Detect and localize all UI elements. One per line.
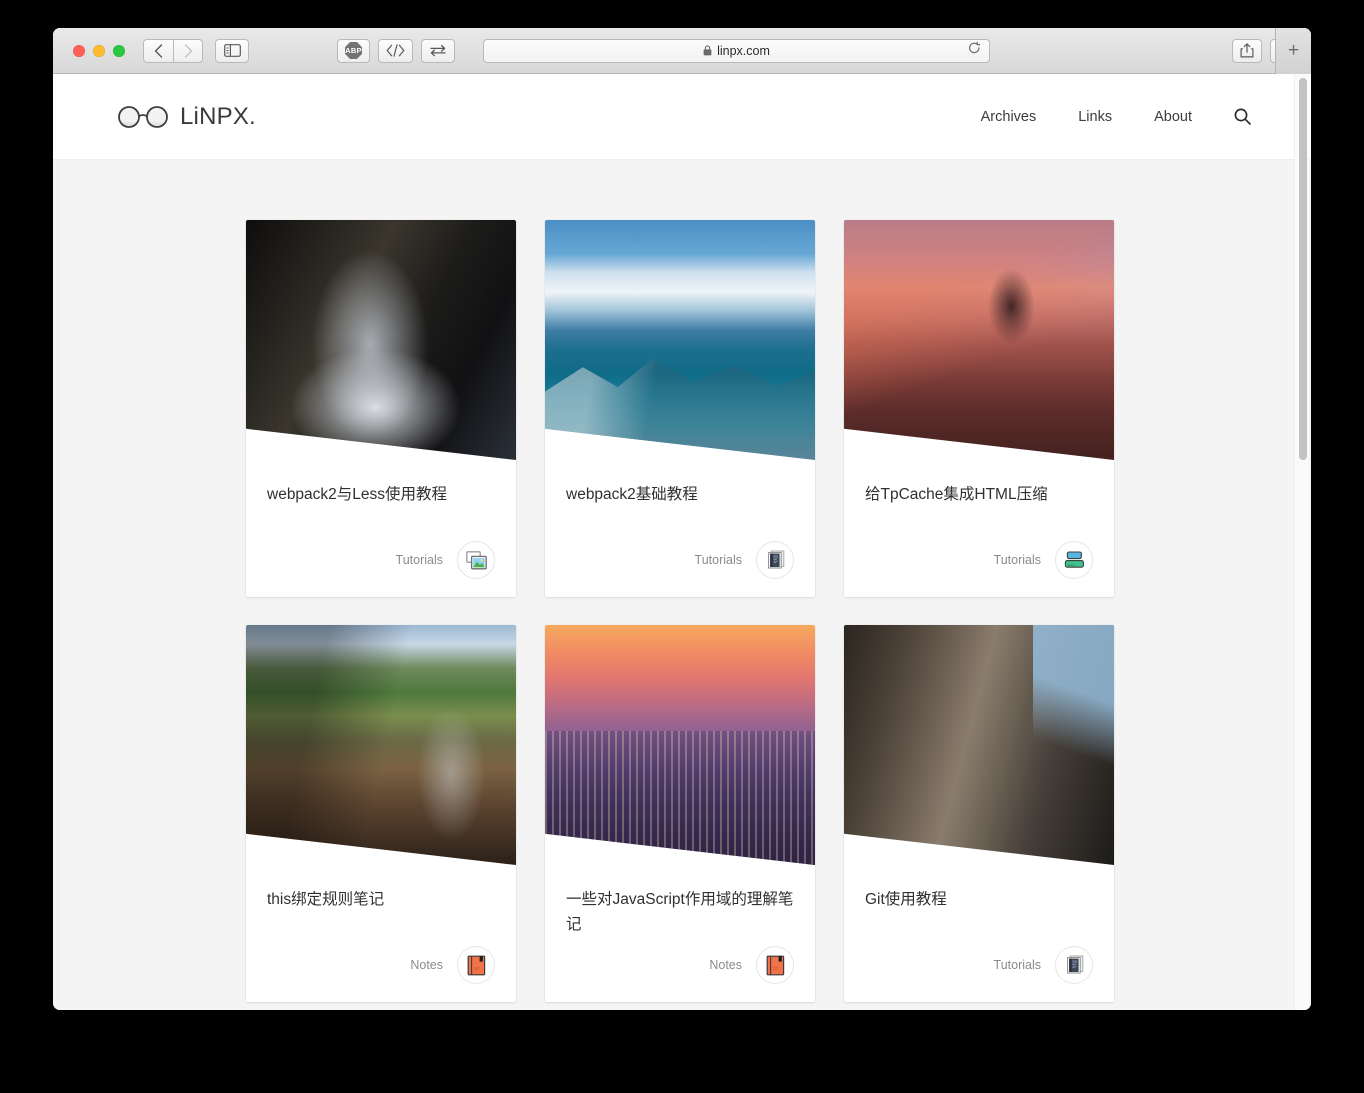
post-title: this绑定规则笔记 [267,891,385,908]
lock-icon [703,45,712,56]
post-card-body: webpack2与Less使用教程 Tutorials [246,460,516,597]
orange-book-icon [766,955,784,975]
post-card-footer: Tutorials [566,541,794,579]
post-thumbnail [844,625,1114,865]
new-tab-button[interactable]: + [1275,28,1311,74]
page-scrollbar[interactable] [1294,74,1309,1010]
proxy-switch-button[interactable] [421,38,455,63]
post-thumbnail [545,220,815,460]
nav-item-archives[interactable]: Archives [981,109,1037,125]
post-card[interactable]: Git使用教程 Tutorials [844,625,1114,1002]
developer-tools-button[interactable] [378,38,413,63]
search-icon [1234,108,1251,125]
post-thumbnail [246,625,516,865]
post-thumbnail [246,220,516,460]
post-card-body: Git使用教程 Tutorials [844,865,1114,1002]
forward-button[interactable] [173,38,203,63]
glasses-icon [118,105,168,128]
page-viewport: LiNPX. Archives Links About webpack2与Les… [53,74,1311,1010]
window-controls [73,44,125,57]
post-card-body: this绑定规则笔记 Notes [246,865,516,1002]
post-card-footer: Notes [267,946,495,984]
post-card[interactable]: 给TpCache集成HTML压缩 Tutorials [844,220,1114,597]
back-button[interactable] [143,38,173,63]
adblock-plus-button[interactable]: ABP [337,38,370,63]
post-photo-mountain [545,220,815,460]
site-header: LiNPX. Archives Links About [53,74,1311,160]
nav-item-links[interactable]: Links [1078,109,1112,125]
post-card-footer: Tutorials [865,946,1093,984]
post-photo-waterfall [246,220,516,460]
post-thumbnail [844,220,1114,460]
notebook-dark-icon [1066,955,1083,974]
post-title: 一些对JavaScript作用域的理解笔记 [566,891,794,934]
post-category: Tutorials [993,958,1041,972]
extension-buttons: ABP [337,38,455,63]
address-bar[interactable]: linpx.com [483,38,990,63]
category-badge[interactable] [457,541,495,579]
post-thumbnail [545,625,815,865]
post-category: Tutorials [694,553,742,567]
post-photo-cliff [844,625,1114,865]
photos-stack-icon [465,550,487,569]
notebook-dark-icon [767,550,784,569]
post-card-footer: Notes [566,946,794,984]
post-photo-city [545,625,815,865]
chevron-right-icon [184,43,192,58]
swap-arrows-icon [430,44,446,57]
nav-item-about[interactable]: About [1154,109,1192,125]
show-sidebar-button[interactable] [215,38,249,63]
zoom-window-button[interactable] [113,44,125,57]
site-brand-text: LiNPX. [180,102,256,130]
post-card[interactable]: webpack2基础教程 Tutorials [545,220,815,597]
post-title: 给TpCache集成HTML压缩 [865,486,1048,503]
post-card[interactable]: this绑定规则笔记 Notes [246,625,516,1002]
reload-icon [969,41,981,53]
reload-button[interactable] [968,41,981,60]
scrollbar-thumb[interactable] [1298,78,1307,460]
search-button[interactable] [1234,108,1251,125]
navigation-buttons [143,38,203,63]
stacked-servers-icon [1064,551,1084,568]
share-button[interactable] [1232,38,1262,63]
category-badge[interactable] [756,541,794,579]
post-category: Notes [410,958,443,972]
category-badge[interactable] [756,946,794,984]
post-category: Notes [709,958,742,972]
site-nav: Archives Links About [981,108,1251,125]
post-title: webpack2基础教程 [566,486,698,503]
post-grid-wrap: webpack2与Less使用教程 Tutorials webpack2基础教程… [53,160,1311,1002]
post-photo-canyon [246,625,516,865]
category-badge[interactable] [457,946,495,984]
post-card-body: webpack2基础教程 Tutorials [545,460,815,597]
browser-toolbar: ABP linpx.com + [53,28,1311,74]
post-category: Tutorials [395,553,443,567]
post-photo-desert [844,220,1114,460]
site-logo[interactable]: LiNPX. [117,103,256,131]
sidebar-icon [223,44,241,57]
address-bar-content: linpx.com [703,44,770,58]
post-category: Tutorials [993,553,1041,567]
post-card-footer: Tutorials [865,541,1093,579]
category-badge[interactable] [1055,946,1093,984]
post-card[interactable]: 一些对JavaScript作用域的理解笔记 Notes [545,625,815,1002]
chevron-left-icon [154,43,163,58]
minimize-window-button[interactable] [93,44,105,57]
post-card[interactable]: webpack2与Less使用教程 Tutorials [246,220,516,597]
post-title: Git使用教程 [865,891,947,908]
share-icon [1240,43,1254,58]
post-card-body: 给TpCache集成HTML压缩 Tutorials [844,460,1114,597]
category-badge[interactable] [1055,541,1093,579]
url-text: linpx.com [717,43,770,58]
browser-window: ABP linpx.com + LiNPX. Archives Links Ab… [53,28,1311,1010]
post-grid: webpack2与Less使用教程 Tutorials webpack2基础教程… [246,220,1118,1002]
orange-book-icon [467,955,485,975]
close-window-button[interactable] [73,44,85,57]
post-card-body: 一些对JavaScript作用域的理解笔记 Notes [545,865,815,1002]
post-card-footer: Tutorials [267,541,495,579]
code-brackets-icon [386,44,405,57]
adblock-badge: ABP [345,42,362,59]
post-title: webpack2与Less使用教程 [267,486,448,503]
